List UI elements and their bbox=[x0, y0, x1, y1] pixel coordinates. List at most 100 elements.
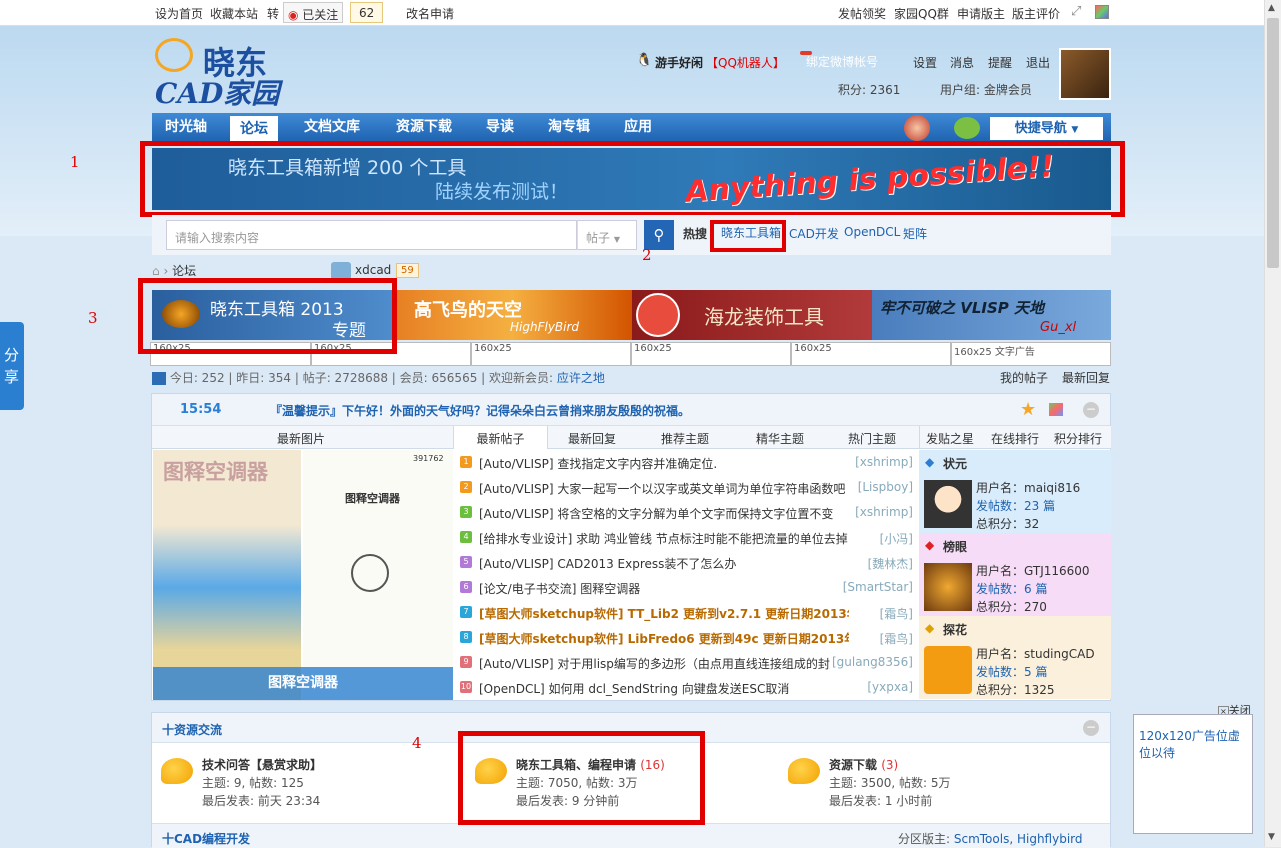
star-avatar-second[interactable] bbox=[924, 563, 972, 611]
tab-latest-replies[interactable]: 最新回复 bbox=[568, 430, 616, 447]
moderator-link-2[interactable]: Highflybird bbox=[1017, 832, 1083, 846]
settings-link[interactable]: 设置 bbox=[913, 54, 937, 71]
post-author[interactable]: [霜鸟] bbox=[880, 630, 913, 647]
forum-section-cad-title[interactable]: 十CAD编程开发 bbox=[162, 830, 250, 847]
post-row[interactable]: 10 [OpenDCL] 如何用 dcl_SendString 向键盘发送ESC取… bbox=[455, 675, 917, 700]
post-row[interactable]: 6 [论文/电子书交流] 图释空调器 [SmartStar] bbox=[455, 575, 917, 600]
post-author[interactable]: [霜鸟] bbox=[880, 605, 913, 622]
nav-docs[interactable]: 文档文库 bbox=[304, 113, 360, 142]
tab-latest-posts[interactable]: 最新帖子 bbox=[454, 426, 548, 449]
forward-link[interactable]: 转 bbox=[267, 5, 279, 22]
bind-weibo-button[interactable]: 绑定微博帐号 bbox=[800, 51, 878, 69]
qq-group-link[interactable]: 家园QQ群 bbox=[894, 5, 949, 22]
latest-replies-link[interactable]: 最新回复 bbox=[1062, 369, 1110, 386]
skin-icon[interactable] bbox=[1095, 5, 1109, 19]
forum-last-post[interactable]: 最后发表: 前天 23:34 bbox=[202, 792, 320, 809]
nav-collections[interactable]: 淘专辑 bbox=[548, 113, 590, 142]
post-author[interactable]: [xshrimp] bbox=[855, 505, 913, 519]
points-label[interactable]: 积分: 2361 bbox=[838, 81, 900, 98]
messages-link[interactable]: 消息 bbox=[950, 54, 974, 71]
star-user-first[interactable]: 用户名：maiqi816 bbox=[976, 479, 1080, 496]
post-title[interactable]: [OpenDCL] 如何用 dcl_SendString 向键盘发送ESC取消 bbox=[479, 680, 849, 697]
moderator-link-1[interactable]: ScmTools bbox=[954, 832, 1009, 846]
quick-nav-button[interactable]: 快捷导航 ▼ bbox=[990, 117, 1103, 140]
tab-points-rank[interactable]: 积分排行 bbox=[1054, 430, 1102, 447]
my-posts-link[interactable]: 我的帖子 bbox=[1000, 369, 1048, 386]
image-icon[interactable] bbox=[1049, 403, 1063, 416]
post-author[interactable]: [Lispboy] bbox=[858, 480, 913, 494]
apply-moderator-link[interactable]: 申请版主 bbox=[957, 5, 1005, 22]
latest-image[interactable]: 图释空调器 391762 图释空调器 图释空调器 bbox=[153, 450, 453, 700]
post-row[interactable]: 3 [Auto/VLISP] 将含空格的文字分解为单个文字而保持文字位置不变 [xs… bbox=[455, 500, 917, 525]
star-icon[interactable]: ★ bbox=[1020, 399, 1036, 420]
star-avatar-third[interactable] bbox=[924, 646, 972, 694]
star-user-second[interactable]: 用户名：GTJ116600 bbox=[976, 562, 1090, 579]
hot-search-2[interactable]: CAD开发 bbox=[789, 225, 839, 242]
tab-hot[interactable]: 热门主题 bbox=[848, 430, 896, 447]
wechat-icon[interactable] bbox=[954, 117, 980, 139]
xdcad-user-link[interactable]: xdcad bbox=[355, 263, 391, 277]
scroll-up-icon[interactable]: ▲ bbox=[1268, 3, 1275, 13]
forum-name[interactable]: 技术问答【悬赏求助】 bbox=[202, 756, 322, 773]
scroll-thumb[interactable] bbox=[1267, 18, 1279, 268]
nav-downloads[interactable]: 资源下载 bbox=[396, 113, 452, 142]
post-author[interactable]: [gulang8356] bbox=[832, 655, 913, 669]
forum-downloads[interactable]: 资源下载 (3) 主题: 3500, 帖数: 5万 最后发表: 1 小时前 bbox=[779, 753, 1079, 823]
nav-apps[interactable]: 应用 bbox=[624, 113, 652, 142]
add-favorite-link[interactable]: 收藏本站 bbox=[210, 5, 258, 22]
user-group-label[interactable]: 用户组: 金牌会员 bbox=[940, 81, 1032, 98]
post-row[interactable]: 5 [Auto/VLISP] CAD2013 Express装不了怎么办 [魏林杰] bbox=[455, 550, 917, 575]
post-title[interactable]: [论文/电子书交流] 图释空调器 bbox=[479, 580, 849, 597]
post-row[interactable]: 9 [Auto/VLISP] 对于用lisp编写的多边形（由点用直线连接组成的封[… bbox=[455, 650, 917, 675]
ad-vlisp[interactable]: 牢不可破之 VLISP 天地 Gu_xl bbox=[872, 290, 1111, 340]
rename-link[interactable]: 改名申请 bbox=[406, 5, 454, 22]
tab-featured[interactable]: 精华主题 bbox=[756, 430, 804, 447]
home-icon[interactable]: ⌂ bbox=[152, 264, 160, 278]
image-caption-bar[interactable]: 图释空调器 bbox=[153, 667, 453, 700]
username-link[interactable]: 游手好闲 bbox=[655, 54, 703, 71]
star-user-third[interactable]: 用户名：studingCAD bbox=[976, 645, 1095, 662]
nav-forum[interactable]: 论坛 bbox=[230, 116, 278, 142]
ad-hailong-tools[interactable]: 海龙装饰工具 bbox=[632, 290, 872, 340]
logout-link[interactable]: 退出 bbox=[1026, 54, 1050, 71]
tab-latest-images[interactable]: 最新图片 bbox=[277, 430, 325, 447]
nav-guide[interactable]: 导读 bbox=[486, 113, 514, 142]
moderator-review-link[interactable]: 版主评价 bbox=[1012, 5, 1060, 22]
post-author[interactable]: [xshrimp] bbox=[855, 455, 913, 469]
forum-qa[interactable]: 技术问答【悬赏求助】 主题: 9, 帖数: 125 最后发表: 前天 23:34 bbox=[152, 753, 452, 823]
qq-robot-link[interactable]: 【QQ机器人】 bbox=[706, 54, 785, 71]
collapse-forum-icon[interactable]: − bbox=[1083, 720, 1099, 736]
post-row[interactable]: 7 [草图大师sketchup软件] TT_Lib2 更新到v2.7.1 更新日期… bbox=[455, 600, 917, 625]
post-title[interactable]: [Auto/VLISP] 对于用lisp编写的多边形（由点用直线连接组成的封 bbox=[479, 655, 849, 672]
breadcrumb-forum[interactable]: 论坛 bbox=[172, 264, 196, 278]
post-author[interactable]: [魏林杰] bbox=[868, 555, 913, 572]
ad-slot-6[interactable]: 160x25 文字广告 bbox=[951, 342, 1111, 366]
ad-slot-3[interactable]: 160x25 bbox=[471, 342, 631, 366]
ad-highflybird[interactable]: 高飞鸟的天空 HighFlyBird bbox=[392, 290, 632, 340]
scroll-down-icon[interactable]: ▼ bbox=[1268, 832, 1275, 842]
page-scrollbar[interactable]: ▲ ▼ bbox=[1264, 0, 1281, 847]
ad-slot-5[interactable]: 160x25 bbox=[791, 342, 951, 366]
post-author[interactable]: [小冯] bbox=[880, 530, 913, 547]
tab-online-rank[interactable]: 在线排行 bbox=[991, 430, 1039, 447]
search-scope-select[interactable]: 帖子 ▼ bbox=[577, 220, 637, 250]
hot-search-3[interactable]: OpenDCL bbox=[844, 225, 900, 239]
forum-last-post[interactable]: 最后发表: 1 小时前 bbox=[829, 792, 932, 809]
weibo-follow-button[interactable]: ◉ 已关注 bbox=[283, 2, 344, 23]
hot-search-4[interactable]: 矩阵 bbox=[903, 225, 927, 242]
post-row[interactable]: 2 [Auto/VLISP] 大家一起写一个以汉字或英文单词为单位字符串函数吧 [L… bbox=[455, 475, 917, 500]
post-author[interactable]: [yxpxa] bbox=[867, 680, 913, 694]
post-title[interactable]: [草图大师sketchup软件] LibFredo6 更新到49c 更新日期20… bbox=[479, 630, 849, 647]
tab-post-star[interactable]: 发贴之星 bbox=[926, 430, 974, 447]
notifications-link[interactable]: 提醒 bbox=[988, 54, 1012, 71]
post-title[interactable]: [给排水专业设计] 求助 鸿业管线 节点标注时能不能把流量的单位去掉 bbox=[479, 530, 849, 547]
set-home-link[interactable]: 设为首页 bbox=[155, 5, 203, 22]
ad-slot-4[interactable]: 160x25 bbox=[631, 342, 791, 366]
post-author[interactable]: [SmartStar] bbox=[843, 580, 913, 594]
side-ad-slot[interactable]: 120x120广告位虚位以待 bbox=[1133, 714, 1253, 834]
nav-timeline[interactable]: 时光轴 bbox=[165, 113, 207, 142]
post-row[interactable]: 1 [Auto/VLISP] 查找指定文字内容并准确定位. [xshrimp] bbox=[455, 450, 917, 475]
search-input[interactable]: 请输入搜索内容 bbox=[166, 220, 577, 250]
forum-name[interactable]: 资源下载 (3) bbox=[829, 756, 898, 773]
mascot-icon[interactable] bbox=[904, 115, 930, 141]
